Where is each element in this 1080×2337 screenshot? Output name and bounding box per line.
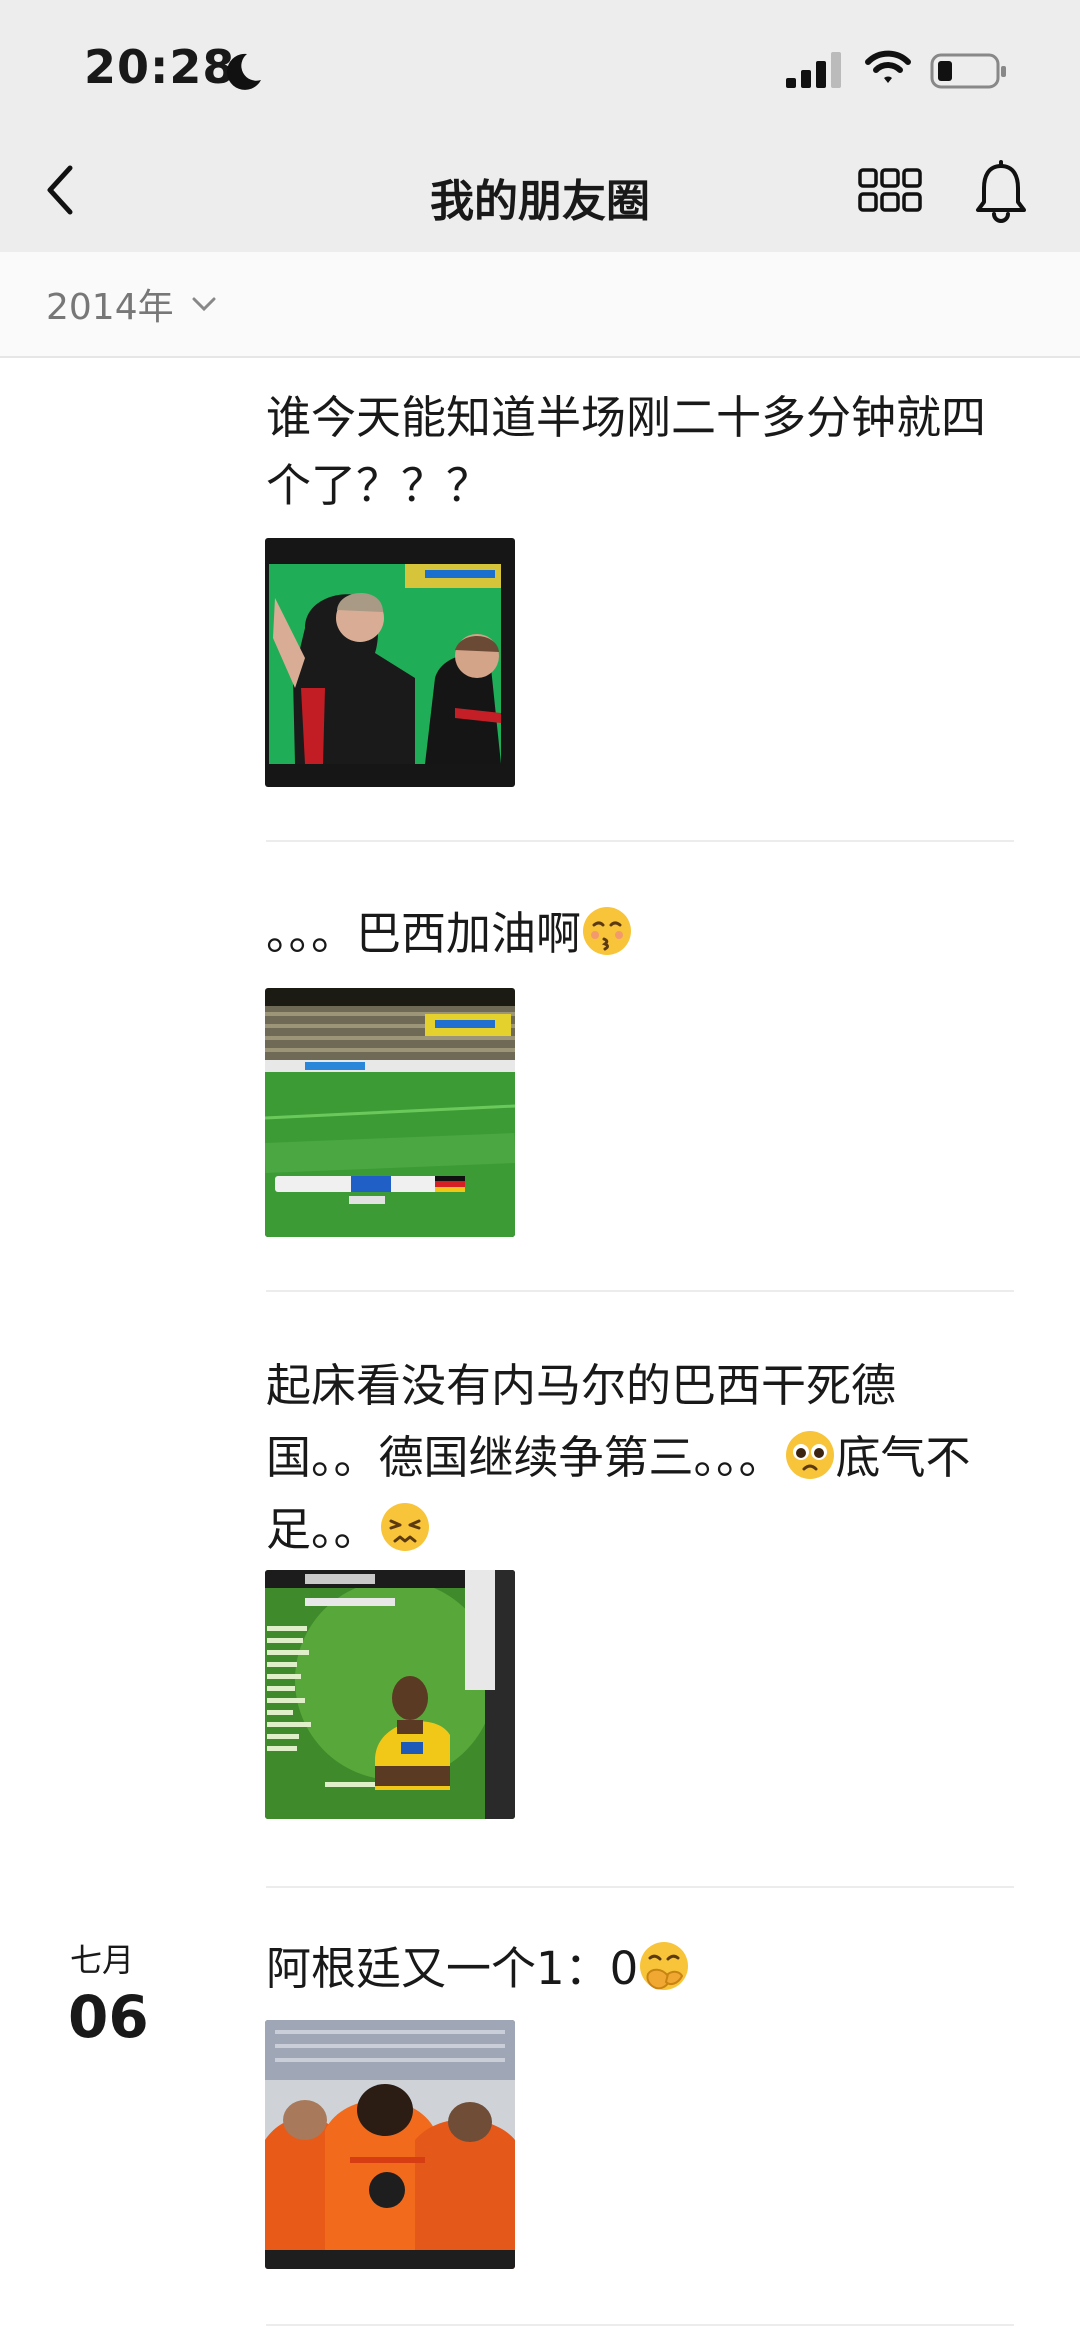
post-text-line: 起床看没有内马尔的巴西干死德 <box>266 1359 897 1412</box>
grid-view-icon[interactable] <box>858 168 922 212</box>
post-text-segment: 足。。 <box>266 1503 379 1556</box>
post-image-brazil-lineup[interactable] <box>265 1570 515 1819</box>
bell-icon[interactable] <box>974 160 1028 224</box>
post-text[interactable]: 阿根廷又一个1：0 <box>266 1935 1026 2003</box>
moon-icon <box>226 53 261 90</box>
status-time: 20:28 <box>84 40 236 94</box>
post-divider <box>266 2324 1014 2326</box>
pleading-face-emoji-icon <box>785 1431 834 1479</box>
post-divider <box>266 840 1014 842</box>
post-text-line: 国。。德国继续争第三。。。 底气不 <box>266 1422 1026 1494</box>
post-text[interactable]: 。。。巴西加油啊 <box>266 900 1026 968</box>
post-text[interactable]: 谁今天能知道半场刚二十多分钟就四个了？？？ <box>266 384 1026 520</box>
post-text-segment: 国。。德国继续争第三。。。 <box>266 1431 784 1484</box>
year-filter-bar[interactable]: 2014年 <box>0 252 1080 358</box>
kissing-face-emoji-icon <box>583 907 632 955</box>
year-filter-label[interactable]: 2014年 <box>46 278 174 330</box>
post-date-day: 06 <box>68 1983 149 2051</box>
face-with-hand-over-mouth-emoji-icon <box>640 1942 689 1990</box>
chevron-down-icon[interactable] <box>192 296 216 312</box>
post-image-soccer-players[interactable] <box>265 538 515 787</box>
post-text-content: 阿根廷又一个1：0 <box>266 1942 639 1995</box>
post-image-soccer-stadium[interactable] <box>265 988 515 1237</box>
post-text-content: 。。。巴西加油啊 <box>266 907 582 960</box>
post-date-month: 七月 <box>70 1941 135 1979</box>
post-text[interactable]: 起床看没有内马尔的巴西干死德 国。。德国继续争第三。。。 底气不 足。。 <box>266 1350 1026 1566</box>
post-divider <box>266 1290 1014 1292</box>
battery-icon <box>930 53 1006 89</box>
post-image-players-huddle[interactable] <box>265 2020 515 2269</box>
post-divider <box>266 1886 1014 1888</box>
wifi-icon <box>865 50 911 83</box>
persevering-face-emoji-icon <box>380 1503 429 1551</box>
cellular-signal-icon <box>786 52 841 88</box>
post-text-line: 足。。 <box>266 1494 1026 1566</box>
post-text-segment: 底气不 <box>835 1431 971 1484</box>
